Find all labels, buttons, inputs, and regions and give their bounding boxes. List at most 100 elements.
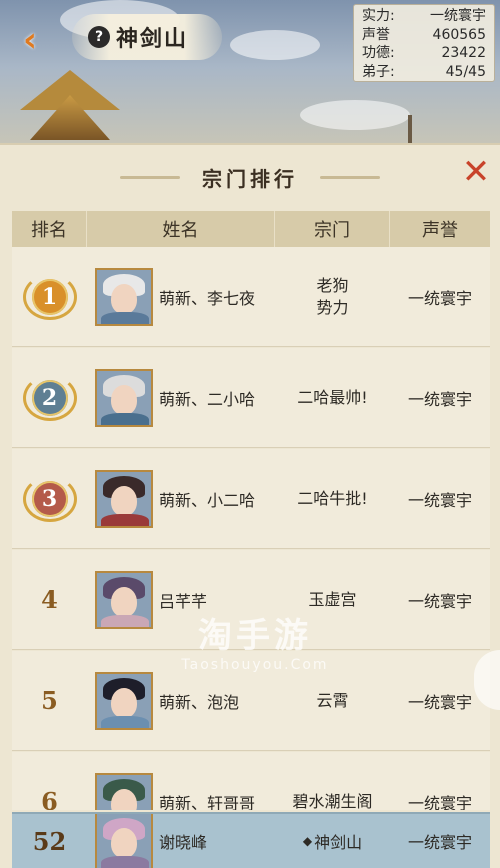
avatar[interactable]: [95, 570, 153, 629]
stat-label: 实力:: [362, 8, 395, 24]
avatar-face: [111, 384, 137, 415]
cloud-decoration: [300, 100, 410, 130]
my-player-name: 谢晓峰: [159, 833, 208, 852]
my-rank-number: 52: [32, 826, 67, 856]
avatar[interactable]: [95, 368, 153, 427]
sect-name: 老狗 势力: [316, 275, 349, 317]
ranking-list[interactable]: 1 萌新、李七夜 老狗 势力 一统寰宇 2 萌新、二小哈 二哈最帅! 一统寰宇 3 萌新、小二哈二…: [12, 247, 490, 810]
sect-name: 二哈最帅!: [297, 387, 368, 407]
player-name: 萌新、二小哈: [159, 389, 256, 409]
table-row[interactable]: 1 萌新、李七夜 老狗 势力 一统寰宇: [12, 247, 490, 347]
rank-medal-icon: 2: [21, 373, 79, 423]
reputation-value: 一统寰宇: [407, 793, 472, 811]
laurel-wreath: [22, 273, 77, 320]
player-name: 萌新、小二哈: [159, 490, 256, 510]
name-cell: 萌新、二小哈: [87, 368, 275, 427]
stat-label: 声誉: [362, 26, 390, 43]
sect-name: 神剑山: [116, 26, 189, 52]
stat-value: 一统寰宇: [430, 8, 486, 24]
avatar[interactable]: [95, 814, 153, 868]
close-icon[interactable]: ✕: [461, 155, 491, 189]
cloud-decoration: [230, 30, 320, 60]
column-header-sect: 宗门: [275, 211, 390, 247]
avatar-robe: [101, 715, 149, 728]
laurel-wreath: [22, 374, 77, 421]
reputation-value: 一统寰宇: [407, 490, 472, 510]
avatar[interactable]: [95, 772, 153, 810]
table-row[interactable]: 5 萌新、泡泡 云霄 一统寰宇: [12, 651, 490, 751]
avatar-robe: [101, 856, 149, 868]
avatar[interactable]: [95, 469, 153, 528]
rank-cell: 1: [12, 272, 87, 322]
rank-cell: 2: [12, 373, 87, 423]
rank-cell: 4: [12, 585, 87, 614]
laurel-wreath: [22, 475, 77, 522]
stat-row-strength: 实力: 一统寰宇: [362, 7, 486, 26]
table-row[interactable]: 2 萌新、二小哈 二哈最帅! 一统寰宇: [12, 348, 490, 448]
sect-title-plaque: ? 神剑山: [72, 14, 222, 60]
help-icon[interactable]: ?: [88, 26, 110, 48]
stat-label: 弟子:: [362, 63, 395, 80]
rank-number: 6: [41, 787, 58, 810]
stat-value: 45/45: [445, 63, 486, 80]
stat-row-disciples: 弟子: 45/45: [362, 63, 486, 82]
column-header-reputation: 声誉: [422, 220, 458, 241]
rank-cell: 5: [12, 686, 87, 715]
table-row[interactable]: 4 吕芊芊 玉虚宫 一统寰宇: [12, 550, 490, 650]
avatar-robe: [101, 412, 149, 425]
reputation-value: 一统寰宇: [407, 591, 472, 611]
player-name: 萌新、李七夜: [159, 288, 256, 308]
name-cell: 萌新、李七夜: [87, 267, 275, 326]
avatar-robe: [101, 614, 149, 627]
sect-ranking-panel: 宗门排行 ✕ 排名 姓名 宗门 声誉 1 萌新、李七夜 老狗 势力 一统寰宇 2 萌新、二…: [0, 143, 500, 868]
rank-number: 5: [41, 686, 58, 715]
stat-label: 功德:: [362, 45, 395, 61]
my-name-cell: 谢晓峰: [87, 814, 275, 868]
reputation-value: 一统寰宇: [407, 389, 472, 409]
my-sect-name: 神剑山: [314, 833, 363, 852]
sect-name: 碧水潮生阁: [292, 791, 373, 811]
rank-cell: 3: [12, 474, 87, 524]
my-rank-cell: 52: [12, 827, 87, 856]
rank-medal-icon: 3: [21, 474, 79, 524]
stat-value: 23422: [441, 45, 486, 61]
avatar-face: [111, 687, 137, 718]
table-row[interactable]: 3 萌新、小二哈 二哈牛批! 一统寰宇: [12, 449, 490, 549]
stat-row-merit: 功德: 23422: [362, 44, 486, 63]
avatar-robe: [101, 311, 149, 324]
sect-name: 玉虚宫: [308, 589, 357, 609]
avatar-face: [111, 586, 137, 617]
rank-number: 4: [41, 585, 58, 614]
spire: [408, 115, 412, 145]
my-rank-row[interactable]: 52 谢晓峰 ◆ 神剑山 一统寰宇: [12, 812, 490, 868]
table-header: 排名 姓名 宗门 声誉: [12, 211, 490, 247]
stat-row-reputation: 声誉 460565: [362, 26, 486, 45]
column-header-name: 姓名: [87, 211, 275, 247]
reputation-value: 一统寰宇: [407, 288, 472, 308]
name-cell: 萌新、小二哈: [87, 469, 275, 528]
sect-marker-icon: ◆: [302, 834, 313, 848]
column-header-rank: 排名: [12, 211, 87, 247]
table-row[interactable]: 6 萌新、轩哥哥 碧水潮生阁 一统寰宇: [12, 752, 490, 810]
panel-title: 宗门排行: [202, 166, 298, 191]
name-cell: 萌新、轩哥哥: [87, 772, 275, 811]
stat-value: 460565: [432, 26, 486, 43]
my-reputation: 一统寰宇: [407, 833, 472, 852]
name-cell: 吕芊芊: [87, 570, 275, 629]
avatar-robe: [101, 513, 149, 526]
avatar-face: [111, 283, 137, 314]
my-sect-cell: ◆ 神剑山: [275, 829, 390, 853]
rank-cell: 6: [12, 787, 87, 810]
avatar[interactable]: [95, 671, 153, 730]
panel-title-banner: 宗门排行: [120, 159, 380, 195]
sect-name: 云霄: [316, 690, 349, 710]
avatar[interactable]: [95, 267, 153, 326]
rank-medal-icon: 1: [21, 272, 79, 322]
name-cell: 萌新、泡泡: [87, 671, 275, 730]
back-arrow-icon[interactable]: ‹: [12, 22, 48, 58]
avatar-face: [111, 485, 137, 516]
avatar-face: [111, 828, 137, 858]
player-name: 萌新、轩哥哥: [159, 793, 256, 811]
player-name: 萌新、泡泡: [159, 692, 240, 712]
player-name: 吕芊芊: [159, 591, 208, 611]
